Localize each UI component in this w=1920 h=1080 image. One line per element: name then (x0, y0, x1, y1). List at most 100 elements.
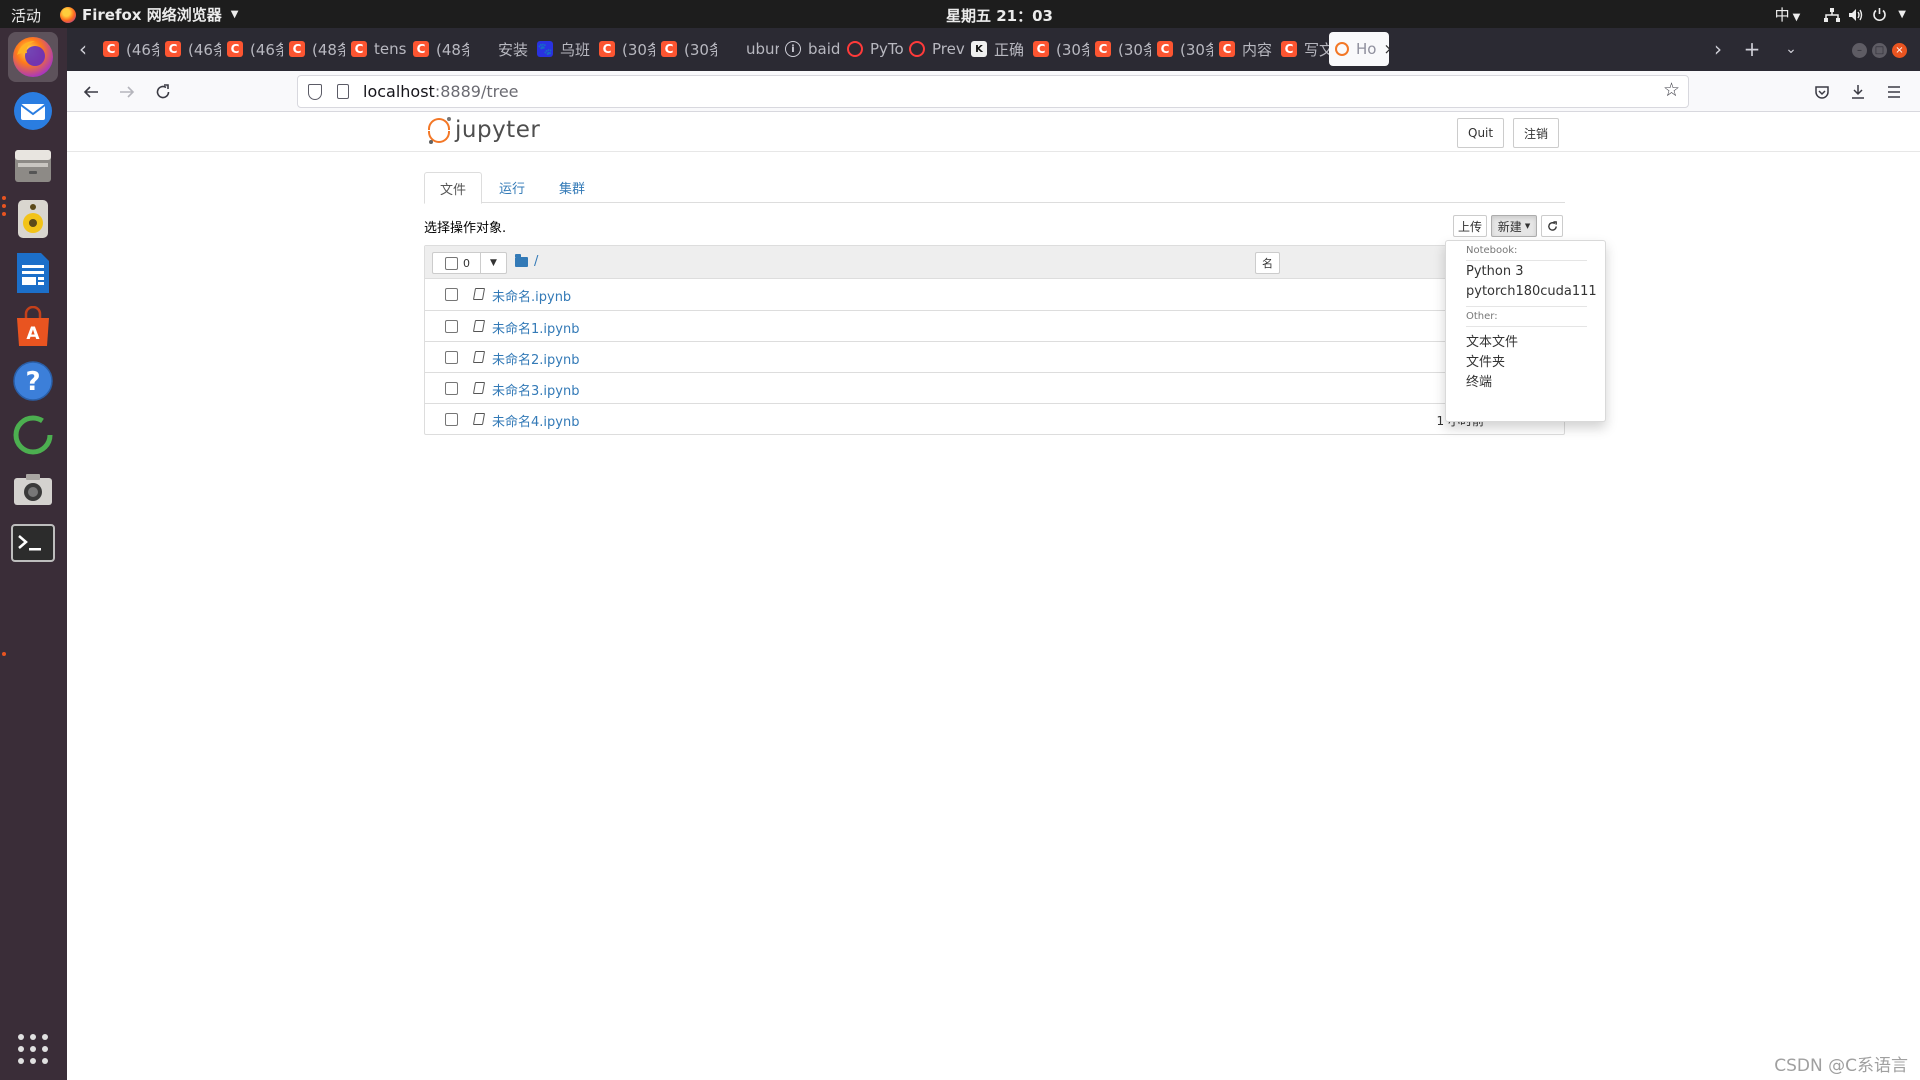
browser-tab[interactable]: C (30条 (1095, 34, 1151, 64)
new-dropdown-button[interactable]: 新建 ▼ (1491, 215, 1537, 237)
tab-title: (30条 (622, 40, 655, 59)
scroll-tabs-left-icon[interactable]: ‹ (70, 36, 96, 62)
bookmark-star-icon[interactable]: ☆ (1663, 79, 1680, 101)
browser-tab[interactable]: C 内容 (1219, 34, 1275, 64)
tab-clusters[interactable]: 集群 (544, 172, 600, 203)
tab-title: (46条 (250, 40, 283, 59)
file-checkbox[interactable] (445, 382, 458, 395)
browser-tab[interactable]: C (30条 (661, 34, 717, 64)
browser-tab[interactable]: C (46条 (165, 34, 221, 64)
dock-terminal[interactable] (8, 518, 58, 568)
dock-updater[interactable] (8, 410, 58, 460)
file-row[interactable]: 未命名.ipynbkB (425, 279, 1564, 310)
jupyter-logo[interactable]: jupyter (427, 116, 540, 144)
browser-tab[interactable]: C (48条 (413, 34, 469, 64)
forward-button[interactable] (112, 77, 142, 107)
file-name-link[interactable]: 未命名1.ipynb (492, 318, 579, 337)
list-all-tabs-icon[interactable]: ⌄ (1778, 36, 1804, 62)
browser-tab[interactable]: K 正确 (971, 34, 1027, 64)
browser-tab[interactable]: C (48条 (289, 34, 345, 64)
minimize-icon[interactable]: – (1852, 43, 1867, 58)
input-method-indicator[interactable]: 中 ▼ (1775, 4, 1801, 25)
reload-button[interactable] (148, 77, 178, 107)
logout-button[interactable]: 注销 (1513, 118, 1560, 148)
select-all-control[interactable]: 0 ▼ (432, 252, 507, 274)
dock-screenshot[interactable] (8, 464, 58, 514)
file-name-link[interactable]: 未命名4.ipynb (492, 411, 579, 430)
pocket-button[interactable] (1807, 77, 1837, 107)
browser-tab[interactable]: Prev (909, 34, 965, 64)
dock-rhythmbox[interactable] (8, 194, 58, 244)
browser-tab[interactable]: C (30条 (1157, 34, 1213, 64)
browser-tab-strip: ‹ C (46条 C (46条 C (46条 C (48条 Ctens C (48条 安装 🐾 乌班 C (3… (67, 28, 1920, 71)
new-tab-icon[interactable]: + (1739, 36, 1765, 62)
refresh-button[interactable] (1541, 215, 1563, 237)
browser-tab[interactable]: Ctens (351, 34, 407, 64)
system-menu[interactable]: ▼ (1824, 7, 1906, 22)
file-checkbox[interactable] (445, 288, 458, 301)
file-name-link[interactable]: 未命名.ipynb (492, 286, 571, 305)
back-button[interactable] (76, 77, 106, 107)
clock[interactable]: 星期五 21：03 (946, 5, 1053, 26)
download-icon (1852, 85, 1864, 99)
file-row[interactable]: 未命名2.ipynbkB (425, 341, 1564, 372)
select-dropdown-toggle[interactable]: ▼ (480, 253, 506, 273)
browser-tab[interactable]: 安装 (475, 34, 531, 64)
dock-thunderbird[interactable] (8, 86, 58, 136)
dark-favicon-icon: K (971, 41, 987, 57)
browser-tab[interactable]: i baid (785, 34, 841, 64)
quit-button[interactable]: Quit (1457, 118, 1505, 148)
file-row[interactable]: 未命名3.ipynb2 B (425, 372, 1564, 403)
browser-tab[interactable]: PyTo (847, 34, 903, 64)
file-row[interactable]: 未命名1.ipynbkB (425, 310, 1564, 341)
app-menu[interactable]: Firefox 网络浏览器 ▼ (60, 4, 238, 25)
close-tab-icon[interactable]: × (1383, 40, 1389, 58)
upload-button[interactable]: 上传 (1453, 215, 1487, 237)
page-info-icon[interactable] (337, 84, 349, 99)
csdn-favicon-icon: C (599, 41, 615, 57)
file-row[interactable]: 未命名4.ipynb1 小时前1.13 kB (425, 403, 1564, 434)
network-icon (1824, 7, 1841, 22)
firefox-icon (60, 6, 76, 23)
file-name-link[interactable]: 未命名2.ipynb (492, 349, 579, 368)
new-pytorch-notebook[interactable]: pytorch180cuda111 (1466, 284, 1597, 299)
tab-running[interactable]: 运行 (484, 172, 540, 203)
file-name-link[interactable]: 未命名3.ipynb (492, 380, 579, 399)
browser-tab-active[interactable]: Ho × (1329, 32, 1389, 66)
downloads-button[interactable] (1843, 77, 1873, 107)
maximize-icon[interactable]: □ (1872, 43, 1887, 58)
new-text-file[interactable]: 文本文件 (1466, 331, 1518, 350)
browser-tab[interactable]: C (46条 (103, 34, 159, 64)
browser-tab[interactable]: C (30条 (599, 34, 655, 64)
tab-title: (30条 (1118, 40, 1151, 59)
close-window-icon[interactable]: × (1892, 43, 1907, 58)
activities-button[interactable]: 活动 (11, 5, 41, 26)
tracking-protection-icon[interactable] (308, 83, 322, 100)
breadcrumb[interactable]: / (515, 253, 538, 269)
address-bar[interactable]: localhost:8889/tree ☆ (297, 75, 1689, 108)
scroll-tabs-right-icon[interactable]: › (1705, 36, 1731, 62)
dock-help[interactable]: ? (8, 356, 58, 406)
sort-by-name-button[interactable]: 名 (1255, 252, 1280, 274)
menu-button[interactable] (1879, 77, 1909, 107)
new-python3-notebook[interactable]: Python 3 (1466, 264, 1523, 279)
tab-files[interactable]: 文件 (424, 172, 483, 204)
file-checkbox[interactable] (445, 320, 458, 333)
breadcrumb-root[interactable]: / (534, 254, 538, 269)
browser-tab[interactable]: C (46条 (227, 34, 283, 64)
select-all-checkbox[interactable] (445, 256, 458, 270)
new-terminal[interactable]: 终端 (1466, 371, 1492, 390)
select-hint: 选择操作对象. (424, 221, 507, 236)
dock-files[interactable] (8, 140, 58, 190)
show-applications-button[interactable] (8, 1024, 58, 1074)
browser-tab[interactable]: C (30条 (1033, 34, 1089, 64)
new-folder[interactable]: 文件夹 (1466, 351, 1505, 370)
file-checkbox[interactable] (445, 413, 458, 426)
dock-software[interactable]: A (8, 302, 58, 352)
browser-tab[interactable]: 🐾 乌班 (537, 34, 593, 64)
file-checkbox[interactable] (445, 351, 458, 364)
dock-firefox[interactable] (8, 32, 58, 82)
dock-writer[interactable] (8, 248, 58, 298)
notebook-icon (472, 351, 486, 363)
browser-tab[interactable]: ubur (723, 34, 779, 64)
